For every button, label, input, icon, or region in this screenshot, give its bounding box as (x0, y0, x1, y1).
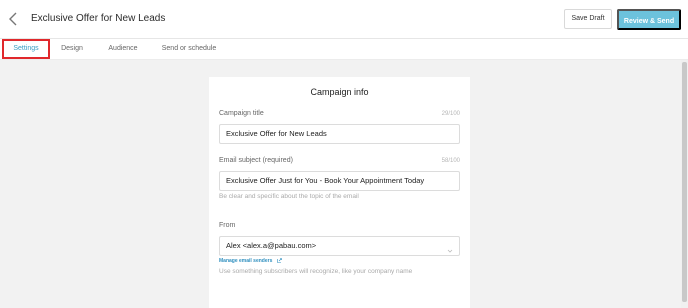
tab-send-or-schedule[interactable]: Send or schedule (161, 39, 217, 59)
tab-bar: Settings Design Audience Send or schedul… (0, 39, 688, 60)
campaign-info-card: Campaign info Campaign title 29/100 Excl… (209, 77, 470, 308)
tab-audience[interactable]: Audience (107, 39, 139, 59)
email-subject-label: Email subject (required) (219, 157, 293, 164)
top-bar: Exclusive Offer for New Leads Save Draft… (0, 0, 688, 39)
chevron-down-icon (447, 243, 453, 253)
tab-design[interactable]: Design (61, 39, 83, 59)
email-subject-hint: Be clear and specific about the topic of… (219, 193, 359, 200)
campaign-info-heading: Campaign info (310, 87, 369, 97)
email-subject-counter: 58/100 (441, 158, 460, 164)
campaign-title-input[interactable]: Exclusive Offer for New Leads (219, 124, 460, 144)
manage-email-senders-label: Manage email senders (219, 258, 273, 264)
from-hint: Use something subscribers will recognize… (219, 268, 413, 275)
from-select[interactable]: Alex <alex.a@pabau.com> (219, 236, 460, 256)
page-title: Exclusive Offer for New Leads (31, 13, 166, 24)
save-draft-button[interactable]: Save Draft (564, 9, 612, 29)
review-send-button[interactable]: Review & Send (617, 9, 681, 30)
from-select-value: Alex <alex.a@pabau.com> (226, 241, 317, 250)
external-link-icon (276, 258, 282, 263)
chevron-left-icon[interactable] (5, 9, 23, 29)
tab-settings[interactable]: Settings (2, 39, 50, 59)
manage-email-senders-link[interactable]: Manage email senders (219, 258, 282, 264)
campaign-title-counter: 29/100 (441, 111, 460, 117)
email-subject-input[interactable]: Exclusive Offer Just for You - Book Your… (219, 171, 460, 191)
from-label: From (219, 222, 236, 229)
campaign-title-label: Campaign title (219, 110, 264, 117)
scrollbar[interactable] (681, 60, 688, 308)
scrollbar-thumb[interactable] (682, 62, 687, 302)
